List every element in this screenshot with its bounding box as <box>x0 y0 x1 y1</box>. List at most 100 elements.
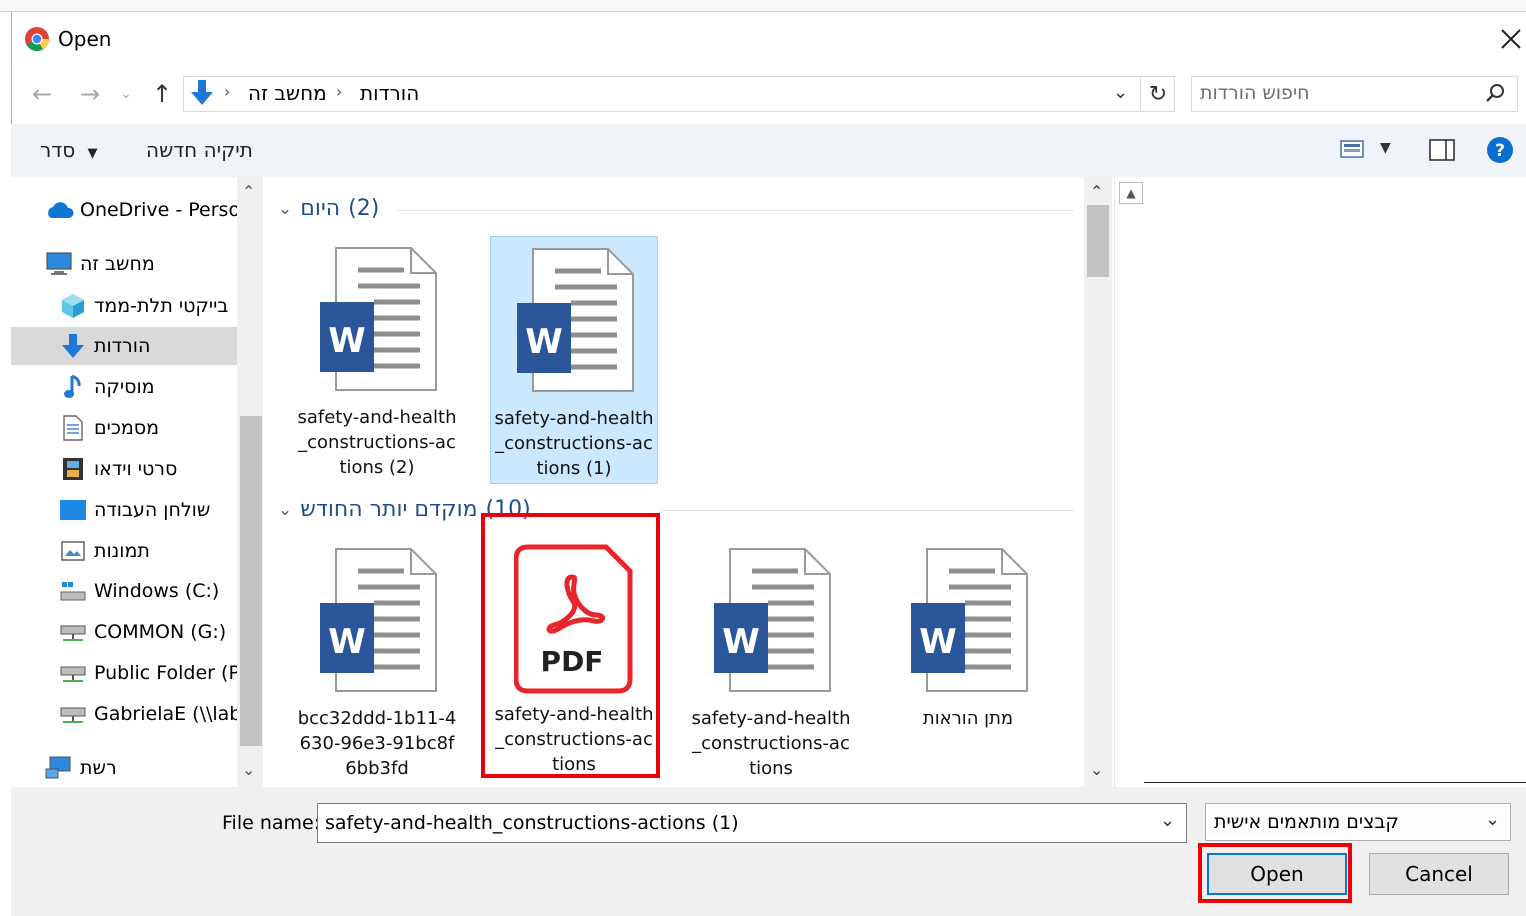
organize-button[interactable]: סדר ▼ <box>40 138 98 162</box>
nav-item-music[interactable]: מוסיקה <box>58 368 238 406</box>
file-name: bcc32ddd-1b11-4630-96e3-91bc8f6bb3fd <box>297 708 457 779</box>
file-name-dropdown-button[interactable]: ⌄ <box>1160 810 1175 831</box>
dialog-title: Open <box>58 27 112 51</box>
nav-item-label: מוסיקה <box>94 376 155 398</box>
document-icon <box>58 414 88 442</box>
view-options-icon[interactable] <box>1340 138 1368 162</box>
music-note-icon <box>58 373 88 401</box>
preview-baseline <box>1144 782 1526 783</box>
breadcrumb-separator: › <box>224 82 231 101</box>
nav-item-windows-c[interactable]: Windows (C:) <box>58 572 238 610</box>
address-dropdown-button[interactable]: ⌄ <box>1113 82 1128 103</box>
file-name-input[interactable]: safety-and-health_constructions-actions … <box>317 803 1187 843</box>
back-button[interactable]: ← <box>26 78 58 110</box>
collapse-chevron-icon: ⌄ <box>278 499 293 520</box>
files-scrollbar-thumb[interactable] <box>1087 205 1109 277</box>
cloud-icon <box>44 196 74 224</box>
close-button[interactable] <box>1494 22 1526 56</box>
file-name-label: File name: <box>222 812 321 834</box>
network-icon <box>44 754 74 782</box>
address-bar[interactable] <box>183 76 1175 112</box>
pictures-icon <box>58 537 88 565</box>
nav-item-label: GabrielaE (\\labc <box>94 703 238 725</box>
organize-label: סדר <box>40 138 76 162</box>
refresh-icon: ↻ <box>1148 81 1168 107</box>
help-icon[interactable]: ? <box>1486 136 1514 164</box>
scroll-up-icon[interactable]: ⌃ <box>242 182 255 201</box>
svg-text:W: W <box>919 622 957 662</box>
svg-text:W: W <box>328 622 366 662</box>
recent-locations-button[interactable]: ⌄ <box>114 78 138 110</box>
cancel-button[interactable]: Cancel <box>1369 853 1509 895</box>
word-document-icon: W <box>513 247 635 398</box>
svg-text:?: ? <box>1495 141 1505 161</box>
nav-item-label: Windows (C:) <box>94 580 220 602</box>
title-bar <box>11 12 1526 64</box>
highlight-box-open <box>1198 843 1352 903</box>
scroll-up-icon[interactable]: ⌃ <box>1090 182 1103 201</box>
nav-item-network[interactable]: רשת <box>44 749 234 787</box>
nav-item-label: רשת <box>80 757 117 779</box>
file-name: מתן הוראות <box>922 708 1014 729</box>
chevron-down-icon: ⌄ <box>1485 809 1501 830</box>
scroll-down-icon[interactable]: ⌄ <box>242 760 255 779</box>
chevron-down-icon: ⌄ <box>1160 810 1176 831</box>
nav-item-label: שולחן העבודה <box>94 499 211 521</box>
forward-button[interactable]: → <box>74 78 106 110</box>
file-item[interactable]: W מתן הוראות <box>884 537 1052 785</box>
file-item-selected[interactable]: W safety-and-health_constructions-action… <box>490 236 658 484</box>
chevron-down-icon: ⌄ <box>1113 82 1129 103</box>
nav-item-3d-objects[interactable]: בייקטי תלת-ממד <box>58 287 238 325</box>
word-document-icon: W <box>907 547 1029 698</box>
refresh-button[interactable]: ↻ <box>1140 76 1175 112</box>
nav-item-common-g[interactable]: COMMON (G:) <box>58 613 238 651</box>
nav-item-public-folder[interactable]: Public Folder (P: <box>58 654 238 692</box>
file-name-value: safety-and-health_constructions-actions … <box>325 812 739 834</box>
preview-pane-toggle-icon[interactable] <box>1428 138 1456 162</box>
network-drive-icon <box>58 700 88 728</box>
svg-text:W: W <box>525 322 563 362</box>
file-item[interactable]: W bcc32ddd-1b11-4630-96e3-91bc8f6bb3fd <box>293 537 461 785</box>
svg-text:W: W <box>328 321 366 361</box>
group-header-today[interactable]: ⌄ היום (2) <box>278 196 379 221</box>
network-drive-icon <box>58 618 88 646</box>
breadcrumb-separator: › <box>336 82 343 101</box>
word-document-icon: W <box>316 246 438 397</box>
breadcrumb-this-pc[interactable]: מחשב זה <box>248 81 327 105</box>
nav-item-label: COMMON (G:) <box>94 621 227 643</box>
search-icon[interactable] <box>1484 82 1508 106</box>
nav-item-pictures[interactable]: תמונות <box>58 532 238 570</box>
group-divider <box>396 210 1074 211</box>
nav-scrollbar-thumb[interactable] <box>240 416 262 746</box>
computer-icon <box>44 250 74 278</box>
nav-item-label: סרטי וידאו <box>94 458 178 480</box>
scroll-down-icon[interactable]: ⌄ <box>1090 760 1103 779</box>
word-document-icon: W <box>710 547 832 698</box>
nav-item-gabrielae[interactable]: GabrielaE (\\labc <box>58 695 238 733</box>
file-item[interactable]: W safety-and-health_constructions-action… <box>293 236 461 484</box>
view-dropdown-button[interactable]: ▼ <box>1380 140 1391 156</box>
breadcrumb-downloads[interactable]: הורדות <box>360 81 419 105</box>
word-document-icon: W <box>316 547 438 698</box>
nav-item-label: מחשב זה <box>80 253 155 275</box>
nav-item-videos[interactable]: סרטי וידאו <box>58 450 238 488</box>
preview-pane <box>1114 177 1526 787</box>
chevron-down-icon: ⌄ <box>120 86 132 102</box>
file-name: safety-and-health_constructions-actions … <box>297 407 457 478</box>
up-button[interactable]: ↑ <box>146 78 178 110</box>
file-type-filter[interactable]: קבצים מותאמים אישית <box>1205 803 1511 841</box>
search-placeholder: חיפוש הורדות <box>1200 82 1310 104</box>
group-count: (2) <box>348 196 380 221</box>
preview-scroll-up-icon[interactable]: ▲ <box>1119 182 1143 204</box>
new-folder-button[interactable]: תיקיה חדשה <box>146 138 253 162</box>
file-item[interactable]: W safety-and-health_constructions-action… <box>687 537 855 785</box>
file-name: safety-and-health_constructions-actions <box>691 708 851 779</box>
download-arrow-icon <box>58 332 88 360</box>
nav-item-documents[interactable]: מסמכים <box>58 409 238 447</box>
nav-item-desktop[interactable]: שולחן העבודה <box>58 491 238 529</box>
drive-icon <box>58 577 88 605</box>
nav-item-downloads[interactable]: הורדות <box>11 327 237 365</box>
highlight-box-pdf <box>481 513 660 778</box>
network-drive-icon <box>58 659 88 687</box>
forward-arrow-icon: → <box>79 80 101 108</box>
